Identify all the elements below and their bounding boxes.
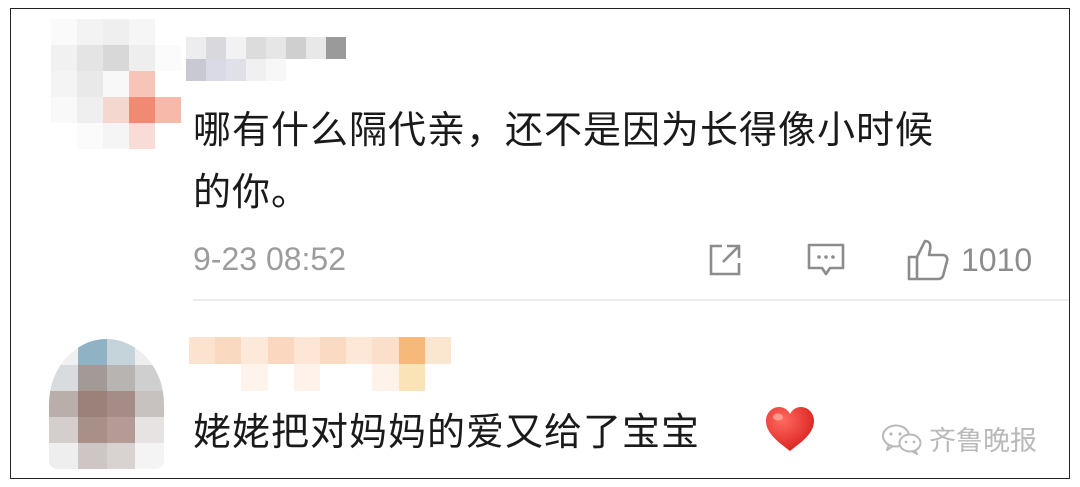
thumbs-up-icon [907, 239, 949, 281]
reply-button[interactable] [805, 235, 847, 285]
avatar[interactable] [51, 19, 181, 149]
comment-icon [807, 243, 845, 276]
watermark-label: 齐鲁晚报 [929, 426, 1037, 457]
wechat-logo-icon [882, 424, 922, 455]
comment-meta: 9-23 08:52 1010 [193, 235, 1053, 285]
divider [193, 299, 1069, 301]
comment-timestamp: 9-23 08:52 [193, 241, 347, 277]
like-button[interactable]: 1010 [905, 235, 1032, 285]
share-button[interactable] [705, 235, 745, 285]
comment-text-line: 的你。 [193, 170, 311, 214]
like-count: 1010 [961, 241, 1033, 278]
username[interactable] [189, 337, 451, 391]
heart-emoji-icon [766, 407, 814, 451]
comment-text: 姥姥把对妈妈的爱又给了宝宝 [193, 410, 701, 454]
avatar[interactable] [49, 339, 164, 469]
comment-list: 哪有什么隔代亲，还不是因为长得像小时候 的你。 9-23 08:52 1010 … [10, 8, 1070, 479]
username[interactable] [186, 37, 346, 81]
watermark: 齐鲁晚报 [881, 419, 1037, 458]
comment-text-line: 哪有什么隔代亲，还不是因为长得像小时候 [193, 108, 935, 152]
comment-text: 哪有什么隔代亲，还不是因为长得像小时候 的你。 [193, 99, 1033, 223]
share-icon [709, 244, 741, 276]
